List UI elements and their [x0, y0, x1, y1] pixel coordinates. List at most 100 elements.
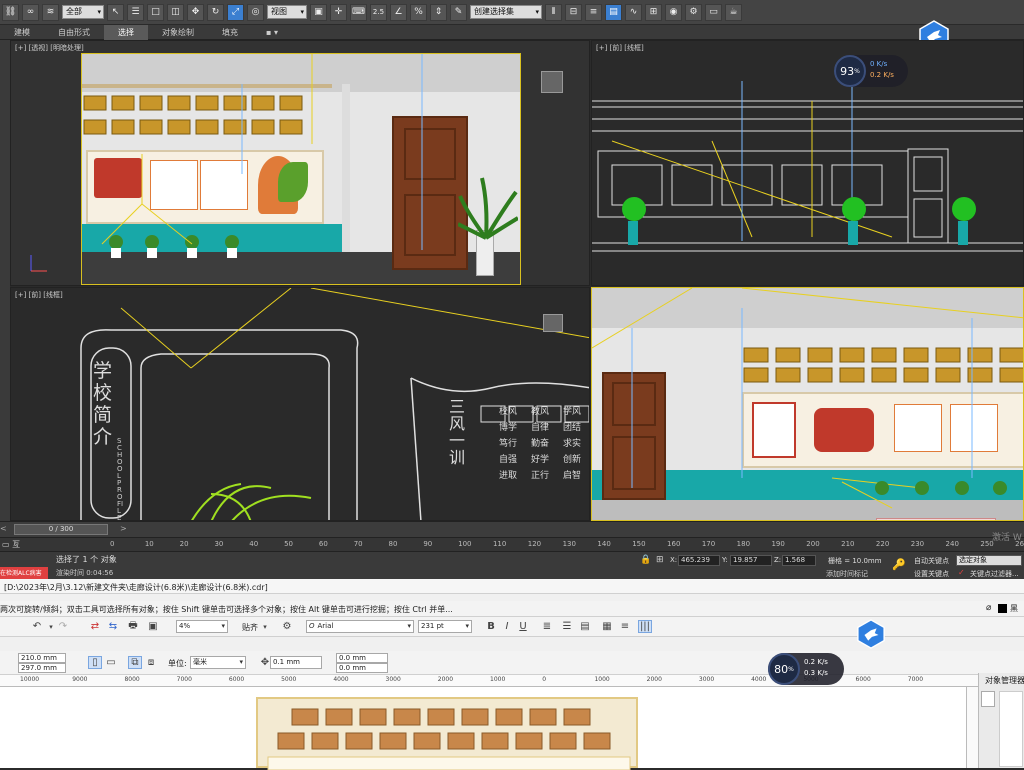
move-icon[interactable]: ✥	[187, 3, 204, 21]
docker-page-icon[interactable]	[981, 691, 995, 707]
vertical-text-icon[interactable]: |||	[638, 620, 652, 633]
add-time-tag[interactable]: 添加时间标记	[826, 569, 868, 579]
bullet-list-icon[interactable]: ☰	[560, 620, 574, 633]
render-icon[interactable]: ☕	[725, 3, 742, 21]
rotate-icon[interactable]: ↻	[207, 3, 224, 21]
curve-editor-icon[interactable]: ∿	[625, 3, 642, 21]
text-properties-icon[interactable]: ▦	[600, 620, 614, 633]
schematic-view-icon[interactable]: ⊞	[645, 3, 662, 21]
bold-icon[interactable]: B	[484, 620, 498, 633]
tab-populate[interactable]: 填充	[208, 25, 252, 40]
app-launcher-icon[interactable]: ▣	[146, 620, 160, 633]
viewport-camera[interactable]: S英·,♪⌨👕⚙	[591, 287, 1024, 521]
set-key-button[interactable]: 设置关键点	[914, 569, 949, 579]
tab-modeling[interactable]: 建模	[0, 25, 44, 40]
options-icon[interactable]: ⚙	[280, 620, 294, 633]
font-size-dropdown[interactable]: 231 pt	[418, 620, 472, 633]
export-icon[interactable]: ⇆	[106, 620, 120, 633]
z-coord-input[interactable]: 1.568	[782, 555, 816, 566]
horizontal-text-icon[interactable]: ≡	[618, 620, 632, 633]
selection-filter-dropdown[interactable]: 全部	[62, 5, 104, 19]
redo-icon[interactable]: ↷	[56, 620, 70, 633]
import-icon[interactable]: ⇄	[88, 620, 102, 633]
x-coord-input[interactable]: 465.239	[678, 555, 720, 566]
select-object-icon[interactable]: ↖	[107, 3, 124, 21]
track-bar-icon[interactable]: ▭ 亙	[2, 539, 36, 551]
zoom-level-dropdown[interactable]: 4%	[176, 620, 228, 633]
text-align-icon[interactable]: ≣	[540, 620, 554, 633]
keyboard-shortcut-icon[interactable]: ⌨	[350, 3, 367, 21]
underline-icon[interactable]: U	[516, 620, 530, 633]
percent-snap-icon[interactable]: %	[410, 3, 427, 21]
placement-icon[interactable]: ◎	[247, 3, 264, 21]
time-slider[interactable]: 0 / 300 < >	[0, 521, 1024, 537]
portrait-icon[interactable]: ▯	[88, 656, 102, 669]
page-height-input[interactable]: 297.0 mm	[18, 663, 66, 673]
scale-icon[interactable]: ⤢	[227, 3, 244, 21]
page-width-input[interactable]: 210.0 mm	[18, 653, 66, 663]
key-filter-button[interactable]: 关键点过滤器...	[970, 569, 1019, 579]
unlink-icon[interactable]: ∞	[22, 3, 39, 21]
tab-selection[interactable]: 选择	[104, 24, 148, 40]
slider-left-arrow-icon[interactable]: <	[0, 524, 7, 533]
current-page-icon[interactable]: ⧈	[144, 656, 158, 669]
slider-right-arrow-icon[interactable]: >	[120, 524, 127, 533]
object-manager-docker[interactable]: 对象管理器	[978, 673, 1024, 768]
drawing-canvas[interactable]	[0, 687, 978, 770]
viewport-label[interactable]: [+] [前] [线框]	[596, 43, 644, 53]
viewport-perspective[interactable]: [+] [透视] [明暗处理]	[10, 40, 590, 286]
track-bar-ruler[interactable]: ▭ 亙 0 10 20 30 40 50 60 70 80 90 100 110 120 130 140 15…	[0, 537, 1024, 551]
window-crossing-icon[interactable]: ◫	[167, 3, 184, 21]
viewport-label[interactable]: [+] [前] [线框]	[15, 290, 63, 300]
undo-icon[interactable]: ↶	[30, 620, 44, 633]
time-slider-thumb[interactable]: 0 / 300	[14, 524, 108, 535]
horizontal-ruler[interactable]: 10000 9000 8000 7000 6000 5000 4000 3000 2000 100…	[0, 675, 1024, 687]
nudge-distance-input[interactable]: 0.1 mm	[270, 656, 322, 669]
all-pages-icon[interactable]: ⧉	[128, 656, 142, 669]
auto-key-button[interactable]: 自动关键点	[914, 556, 949, 566]
landscape-icon[interactable]: ▭	[104, 656, 118, 669]
duplicate-y-input[interactable]: 0.0 mm	[336, 663, 388, 673]
render-setup-icon[interactable]: ⚙	[685, 3, 702, 21]
key-mode-dropdown[interactable]: 选定对象	[956, 555, 1022, 566]
print-icon[interactable]: 🖶	[126, 620, 140, 633]
layer-manager-icon[interactable]: ≡	[585, 3, 602, 21]
rendered-frame-icon[interactable]: ▭	[705, 3, 722, 21]
edit-named-selection-icon[interactable]: ✎	[450, 3, 467, 21]
snap-to-dropdown[interactable]: 贴齐	[242, 622, 258, 633]
font-family-dropdown[interactable]: O Arial	[306, 620, 414, 633]
select-manipulate-icon[interactable]: ✛	[330, 3, 347, 21]
scene-explorer-icon[interactable]: ▤	[605, 3, 622, 21]
view-cube[interactable]	[541, 71, 563, 93]
drop-cap-icon[interactable]: ▤	[578, 620, 592, 633]
tab-freeform[interactable]: 自由形式	[44, 25, 104, 40]
lock-icon[interactable]: 🔒	[640, 555, 651, 565]
y-coord-input[interactable]: 19.857	[730, 555, 772, 566]
select-by-name-icon[interactable]: ☰	[127, 3, 144, 21]
duplicate-x-input[interactable]: 0.0 mm	[336, 653, 388, 663]
angle-snap-icon[interactable]: ∠	[390, 3, 407, 21]
link-icon[interactable]: ⛓	[2, 3, 19, 21]
named-selection-dropdown[interactable]: 创建选择集	[470, 5, 542, 19]
viewport-label[interactable]: [+] [透视] [明暗处理]	[15, 43, 84, 53]
viewport-left[interactable]: [+] [前] [线框] 学校简介 SCHOOL PROFILE 三风一训 校风…	[10, 287, 590, 521]
pivot-icon[interactable]: ▣	[310, 3, 327, 21]
ribbon-options-icon[interactable]: ▪ ▾	[252, 25, 292, 40]
mirror-icon[interactable]: ⫴	[545, 3, 562, 21]
fill-color-swatch[interactable]	[998, 604, 1007, 613]
key-filter-icon[interactable]: ✓	[958, 568, 965, 577]
reference-coord-dropdown[interactable]: 视图	[267, 5, 307, 19]
material-editor-icon[interactable]: ◉	[665, 3, 682, 21]
rect-region-icon[interactable]: □	[147, 3, 164, 21]
key-icon[interactable]: 🔑	[892, 558, 906, 571]
spinner-snap-icon[interactable]: ⇕	[430, 3, 447, 21]
vertical-ruler[interactable]	[966, 687, 978, 768]
abs-mode-icon[interactable]: ⊞	[656, 555, 664, 565]
snap-dropdown-icon[interactable]: ▾	[258, 620, 272, 633]
view-cube[interactable]	[543, 314, 563, 332]
viewport-front[interactable]: [+] [前] [线框] 93% 0 K/s 0.2 K/s	[591, 40, 1024, 286]
snap-toggle-icon[interactable]: 2.5	[370, 3, 387, 21]
italic-icon[interactable]: I	[500, 620, 514, 633]
align-icon[interactable]: ⊟	[565, 3, 582, 21]
tab-object-paint[interactable]: 对象绘制	[148, 25, 208, 40]
